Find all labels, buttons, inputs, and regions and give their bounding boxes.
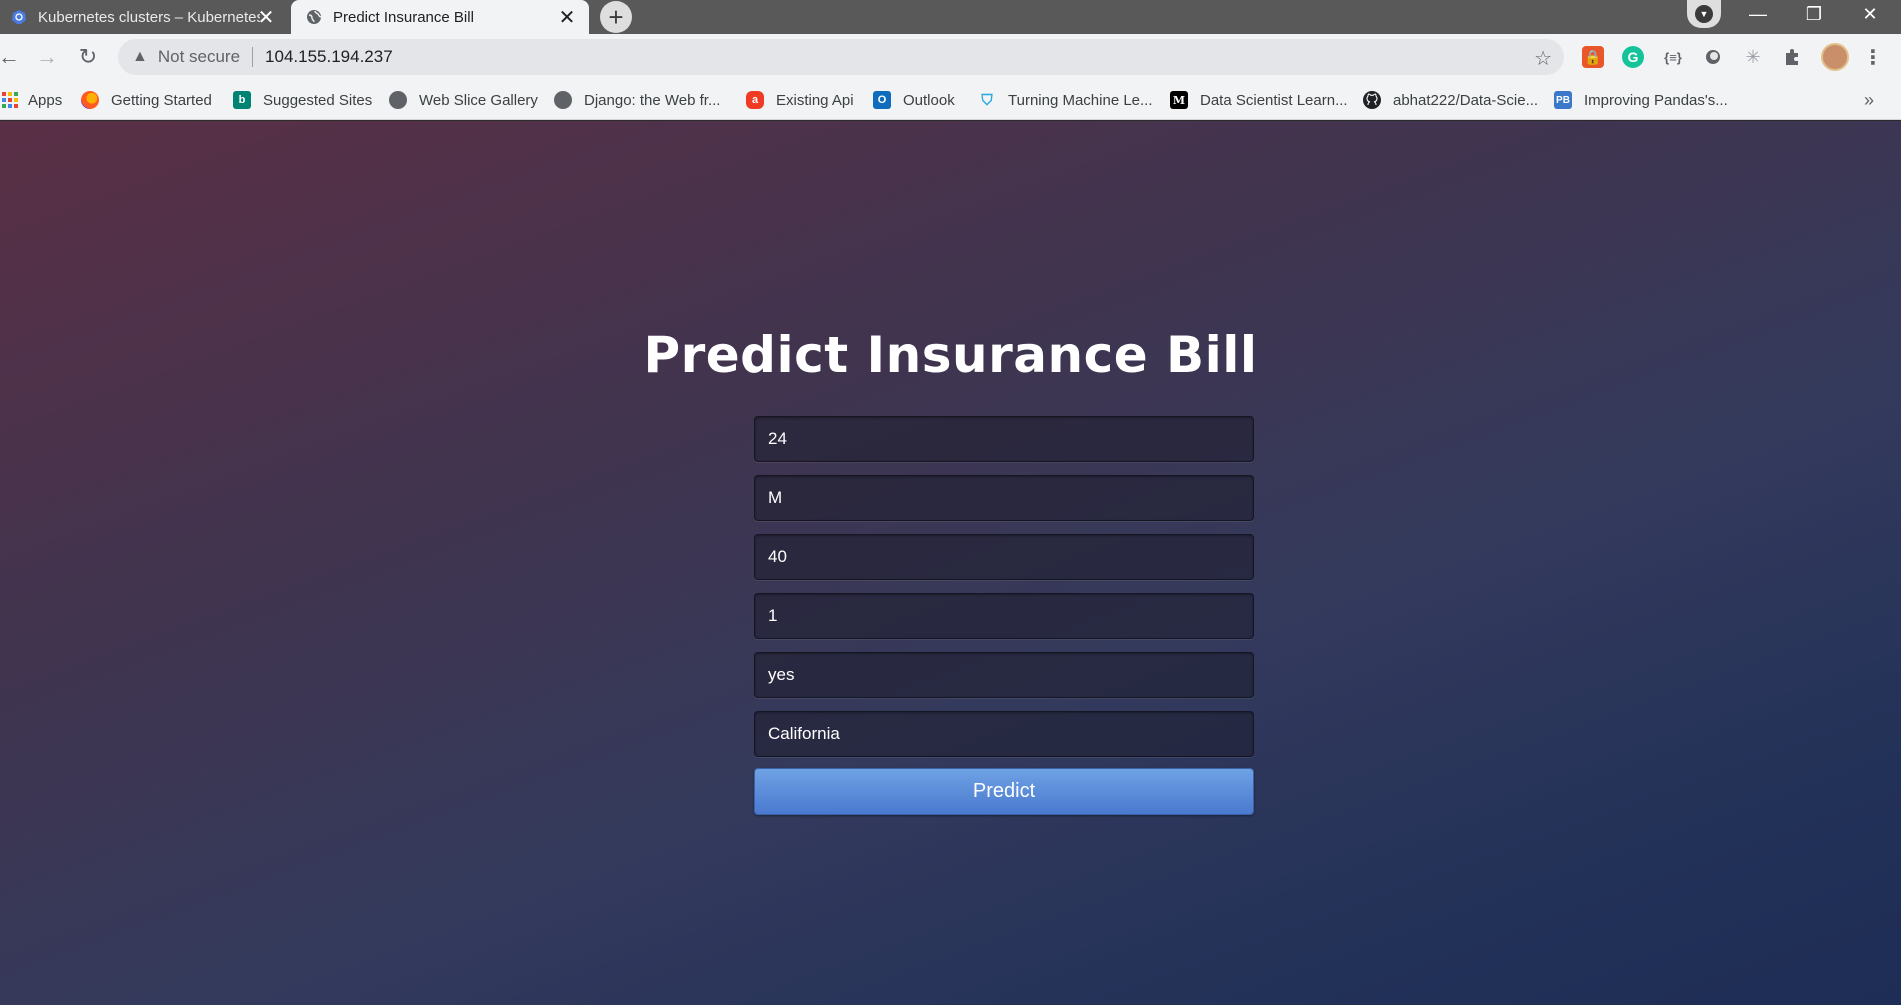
bookmark-turning-machine[interactable]: ⛉ Turning Machine Le... (978, 88, 1153, 112)
circle-extension-icon[interactable] (1702, 46, 1724, 68)
new-tab-button[interactable]: + (600, 1, 632, 33)
close-window-button[interactable]: ✕ (1842, 0, 1898, 28)
bookmark-label: Data Scientist Learn... (1200, 91, 1348, 109)
bookmark-label: Outlook (903, 91, 955, 109)
api-icon: a (746, 91, 764, 109)
tab-strip: Kubernetes clusters – Kubernetes Engine … (0, 0, 1901, 34)
bookmark-web-slice-gallery[interactable]: Web Slice Gallery (389, 88, 538, 112)
bookmark-github[interactable]: abhat222/Data-Scie... (1363, 88, 1538, 112)
bookmark-data-scientist[interactable]: M Data Scientist Learn... (1170, 88, 1348, 112)
predict-button[interactable]: Predict (754, 768, 1254, 815)
restore-button[interactable]: ❐ (1786, 0, 1842, 28)
prediction-form: Predict (754, 416, 1254, 815)
tab-predict-insurance[interactable]: Predict Insurance Bill ✕ (291, 0, 589, 34)
sparkle-extension-icon[interactable]: ✳ (1742, 46, 1764, 68)
grammarly-icon[interactable]: G (1622, 46, 1644, 68)
menu-kebab-icon[interactable]: ⋮ (1862, 46, 1884, 69)
bookmark-suggested-sites[interactable]: b Suggested Sites (233, 88, 372, 112)
bookmark-label: Turning Machine Le... (1008, 91, 1153, 109)
bookmark-label: Improving Pandas's... (1584, 91, 1728, 109)
bookmark-label: Apps (28, 91, 63, 109)
security-label: Not secure (157, 47, 241, 66)
close-tab-icon[interactable]: ✕ (254, 5, 278, 29)
kubernetes-icon (10, 8, 28, 26)
minimize-button[interactable]: — (1730, 0, 1786, 28)
page-title: Predict Insurance Bill (643, 326, 1258, 384)
github-icon (1363, 91, 1381, 109)
forward-button[interactable]: → (30, 40, 64, 74)
bookmark-django[interactable]: Django: the Web fr... (554, 88, 720, 112)
smoker-input[interactable] (754, 652, 1254, 698)
chevron-down-icon: ▼ (1695, 5, 1713, 23)
outlook-icon: O (873, 91, 891, 109)
tab-title: Predict Insurance Bill (333, 8, 474, 26)
divider (252, 47, 254, 67)
reload-button[interactable]: ↻ (71, 40, 105, 74)
firefox-icon (81, 91, 99, 109)
globe-icon (389, 91, 407, 109)
apps-grid-icon (2, 92, 18, 108)
bookmark-apps[interactable]: Apps (2, 88, 62, 112)
bookmark-label: Django: the Web fr... (584, 91, 721, 109)
page-content: Predict Insurance Bill Predict (0, 121, 1901, 1005)
profile-avatar[interactable] (1821, 43, 1849, 71)
globe-icon (305, 8, 323, 26)
bookmark-star-icon[interactable]: ☆ (1534, 46, 1552, 71)
url-text[interactable]: 104.155.194.237 (265, 47, 393, 67)
address-bar[interactable]: ▲ Not secure 104.155.194.237 ☆ (118, 39, 1564, 75)
bookmark-improving-pandas[interactable]: PB Improving Pandas's... (1554, 88, 1728, 112)
bookmark-outlook[interactable]: O Outlook (873, 88, 955, 112)
close-tab-icon[interactable]: ✕ (555, 5, 579, 29)
pb-icon: PB (1554, 91, 1572, 109)
bookmark-label: Existing Api (776, 91, 854, 109)
globe-icon (554, 91, 572, 109)
browser-toolbar: ← → ↻ ▲ Not secure 104.155.194.237 ☆ 🔒 G… (0, 34, 1901, 80)
json-viewer-icon[interactable]: {≡} (1662, 46, 1684, 68)
bmi-input[interactable] (754, 534, 1254, 580)
bookmarks-bar: Apps Getting Started b Suggested Sites W… (0, 80, 1901, 120)
region-input[interactable] (754, 711, 1254, 757)
warning-icon[interactable]: ▲ (132, 48, 148, 66)
more-bookmarks-chevron-icon[interactable]: » (1864, 88, 1874, 112)
tab-title: Kubernetes clusters – Kubernetes Engine (38, 8, 260, 26)
tab-kubernetes[interactable]: Kubernetes clusters – Kubernetes Engine … (0, 0, 288, 34)
children-input[interactable] (754, 593, 1254, 639)
age-input[interactable] (754, 416, 1254, 462)
bing-icon: b (233, 91, 251, 109)
shield-icon: ⛉ (981, 91, 993, 109)
bookmark-existing-api[interactable]: a Existing Api (746, 88, 854, 112)
extension-lock-icon[interactable]: 🔒 (1582, 46, 1604, 68)
bookmark-label: Web Slice Gallery (419, 91, 538, 109)
bookmark-label: abhat222/Data-Scie... (1393, 91, 1539, 109)
medium-icon: M (1170, 91, 1188, 109)
bookmark-label: Suggested Sites (263, 91, 373, 109)
extensions-puzzle-icon[interactable] (1782, 46, 1804, 68)
bookmark-getting-started[interactable]: Getting Started (81, 88, 212, 112)
sex-input[interactable] (754, 475, 1254, 521)
tab-search-button[interactable]: ▼ (1687, 0, 1721, 28)
bookmark-label: Getting Started (111, 91, 212, 109)
back-button[interactable]: ← (0, 40, 26, 74)
